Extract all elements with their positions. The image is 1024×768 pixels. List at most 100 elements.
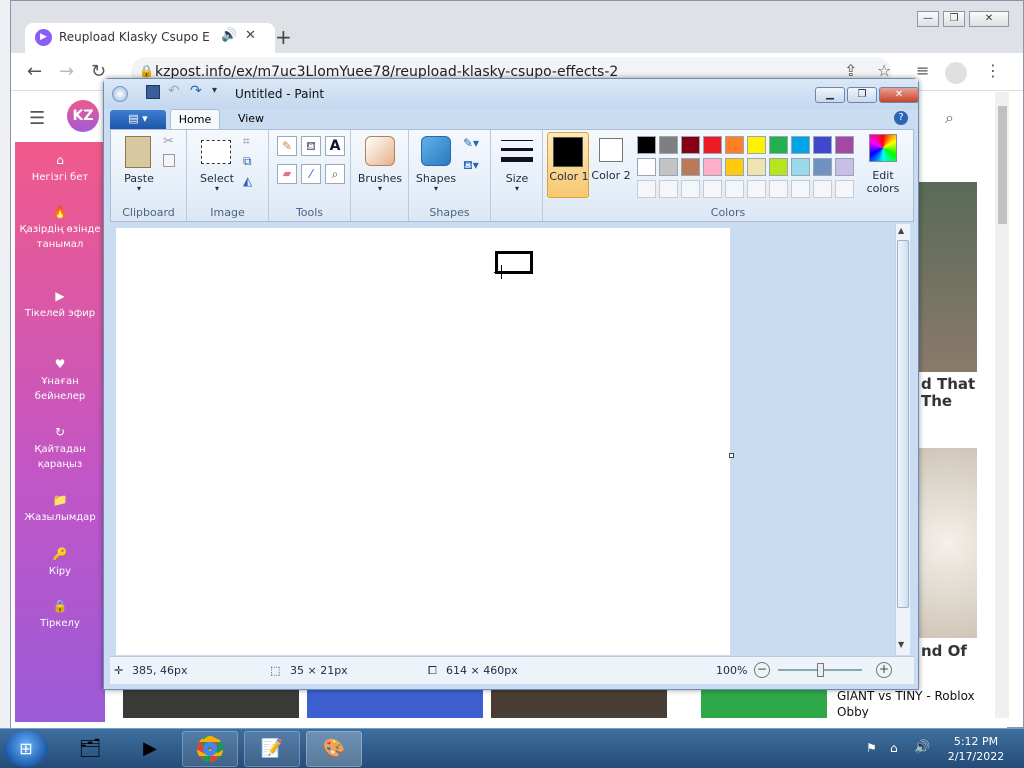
palette-swatch[interactable] bbox=[659, 158, 678, 176]
palette-swatch[interactable] bbox=[769, 136, 788, 154]
palette-swatch[interactable] bbox=[813, 158, 832, 176]
new-tab-button[interactable]: + bbox=[275, 25, 292, 49]
palette-swatch[interactable] bbox=[791, 158, 810, 176]
brushes-button[interactable]: Brushes ▾ bbox=[357, 136, 403, 198]
text-tool-icon[interactable]: A bbox=[325, 136, 345, 156]
crop-icon[interactable]: ⌗ bbox=[243, 134, 250, 149]
palette-swatch[interactable] bbox=[703, 158, 722, 176]
network-error-icon[interactable]: ⚑ bbox=[866, 741, 877, 755]
paint-file-menu-button[interactable]: ▤ ▾ bbox=[110, 110, 166, 129]
minimize-button[interactable]: — bbox=[917, 11, 939, 27]
sidebar-item-live[interactable]: ▶ Тікелей эфир bbox=[15, 288, 105, 321]
copy-icon[interactable] bbox=[163, 154, 175, 167]
notepad-taskbar-icon[interactable]: 📝 bbox=[244, 731, 300, 767]
palette-swatch[interactable] bbox=[725, 158, 744, 176]
browser-tab[interactable]: ▶ Reupload Klasky Csupo Effec 🔊 ✕ bbox=[25, 23, 275, 53]
rotate-icon[interactable]: ◭ bbox=[243, 174, 252, 188]
volume-icon[interactable]: 🔊 bbox=[914, 740, 930, 755]
paint-taskbar-icon[interactable]: 🎨 bbox=[306, 731, 362, 767]
chrome-taskbar-icon[interactable] bbox=[182, 731, 238, 767]
quick-access-dropdown-icon[interactable]: ▾ bbox=[212, 85, 217, 96]
redo-icon[interactable]: ↷ bbox=[190, 83, 202, 99]
select-button[interactable]: Select ▾ bbox=[195, 136, 239, 198]
palette-swatch[interactable] bbox=[637, 136, 656, 154]
custom-color-slot[interactable] bbox=[659, 180, 678, 198]
forward-arrow-icon[interactable]: → bbox=[59, 61, 74, 82]
video-thumbnail[interactable] bbox=[307, 688, 483, 718]
sidebar-item-register[interactable]: 🔒 Тіркелу bbox=[15, 598, 105, 631]
custom-color-slot[interactable] bbox=[681, 180, 700, 198]
resize-icon[interactable]: ⧉ bbox=[243, 154, 252, 169]
sidebar-item-trending[interactable]: 🔥 Қазірдің өзінде танымал bbox=[15, 204, 105, 252]
custom-color-slot[interactable] bbox=[813, 180, 832, 198]
palette-swatch[interactable] bbox=[637, 158, 656, 176]
palette-swatch[interactable] bbox=[703, 136, 722, 154]
color-picker-icon[interactable]: ⁄ bbox=[301, 164, 321, 184]
magnifier-icon[interactable]: ⌕ bbox=[325, 164, 345, 184]
size-button[interactable]: Size ▾ bbox=[495, 136, 539, 198]
video-thumbnail[interactable] bbox=[701, 688, 827, 718]
close-window-button[interactable]: ✕ bbox=[969, 11, 1009, 27]
scroll-down-icon[interactable]: ▼ bbox=[898, 640, 904, 649]
palette-swatch[interactable] bbox=[791, 136, 810, 154]
zoom-out-button[interactable]: − bbox=[754, 662, 770, 678]
media-player-icon[interactable]: ▶ bbox=[122, 731, 178, 767]
video-thumbnail[interactable] bbox=[919, 182, 977, 372]
video-title[interactable]: d That The bbox=[921, 376, 981, 412]
paint-minimize-button[interactable]: ▁ bbox=[815, 87, 845, 103]
search-icon[interactable]: ⌕ bbox=[945, 108, 954, 128]
custom-color-slot[interactable] bbox=[725, 180, 744, 198]
canvas-scrollbar[interactable]: ▲ ▼ bbox=[895, 224, 910, 655]
shapes-button[interactable]: Shapes ▾ bbox=[413, 136, 459, 198]
paint-app-icon[interactable] bbox=[112, 86, 128, 102]
paint-close-button[interactable]: ✕ bbox=[879, 87, 919, 103]
canvas-resize-handle[interactable] bbox=[729, 453, 734, 458]
scroll-up-icon[interactable]: ▲ bbox=[898, 226, 904, 235]
color1-button[interactable]: Color 1 bbox=[547, 132, 589, 198]
pencil-icon[interactable]: ✎ bbox=[277, 136, 297, 156]
start-button[interactable]: ⊞ bbox=[4, 731, 48, 767]
help-icon[interactable]: ? bbox=[894, 111, 908, 125]
palette-swatch[interactable] bbox=[725, 136, 744, 154]
sidebar-item-history[interactable]: ↻ Қайтадан қараңыз bbox=[15, 424, 105, 472]
save-icon[interactable] bbox=[146, 85, 160, 99]
palette-swatch[interactable] bbox=[835, 136, 854, 154]
outline-icon[interactable]: ✎▾ bbox=[463, 136, 479, 150]
paint-maximize-button[interactable]: ❐ bbox=[847, 87, 877, 103]
paste-button[interactable]: Paste ▾ bbox=[117, 136, 161, 198]
custom-color-slot[interactable] bbox=[791, 180, 810, 198]
palette-swatch[interactable] bbox=[747, 136, 766, 154]
fill-icon[interactable]: ⛾▾ bbox=[463, 158, 479, 174]
custom-color-slot[interactable] bbox=[637, 180, 656, 198]
palette-swatch[interactable] bbox=[835, 158, 854, 176]
back-arrow-icon[interactable]: ← bbox=[27, 61, 42, 82]
network-icon[interactable]: ⌂ bbox=[890, 741, 898, 755]
system-clock[interactable]: 5:12 PM 2/17/2022 bbox=[940, 734, 1012, 764]
eraser-icon[interactable]: ▰ bbox=[277, 164, 297, 184]
color2-button[interactable]: Color 2 bbox=[591, 132, 631, 198]
edit-colors-button[interactable]: Edit colors bbox=[859, 132, 907, 198]
video-title[interactable]: nd Of bbox=[921, 642, 981, 660]
video-title[interactable]: GIANT vs TINY - Roblox Obby bbox=[837, 688, 987, 718]
site-logo[interactable]: KZ bbox=[67, 100, 99, 132]
sidebar-item-subscriptions[interactable]: 📁 Жазылымдар bbox=[15, 492, 105, 525]
zoom-in-button[interactable]: + bbox=[876, 662, 892, 678]
hamburger-menu-icon[interactable]: ☰ bbox=[29, 108, 45, 129]
scrollbar-thumb[interactable] bbox=[897, 240, 909, 608]
menu-icon[interactable]: ⋮ bbox=[985, 61, 1001, 80]
custom-color-slot[interactable] bbox=[835, 180, 854, 198]
sidebar-item-home[interactable]: ⌂ Негізгі бет bbox=[15, 152, 105, 185]
custom-color-slot[interactable] bbox=[703, 180, 722, 198]
palette-swatch[interactable] bbox=[769, 158, 788, 176]
drawing-canvas[interactable] bbox=[116, 228, 730, 655]
maximize-button[interactable]: ❐ bbox=[943, 11, 965, 27]
close-tab-icon[interactable]: ✕ bbox=[245, 28, 256, 43]
palette-swatch[interactable] bbox=[681, 158, 700, 176]
profile-avatar[interactable] bbox=[945, 62, 967, 84]
media-control-icon[interactable]: ≡ bbox=[916, 61, 929, 80]
cut-icon[interactable]: ✂ bbox=[163, 134, 174, 149]
video-thumbnail[interactable] bbox=[919, 448, 977, 638]
speaker-icon[interactable]: 🔊 bbox=[221, 28, 237, 43]
scrollbar-thumb[interactable] bbox=[998, 106, 1007, 224]
video-thumbnail[interactable] bbox=[123, 688, 299, 718]
